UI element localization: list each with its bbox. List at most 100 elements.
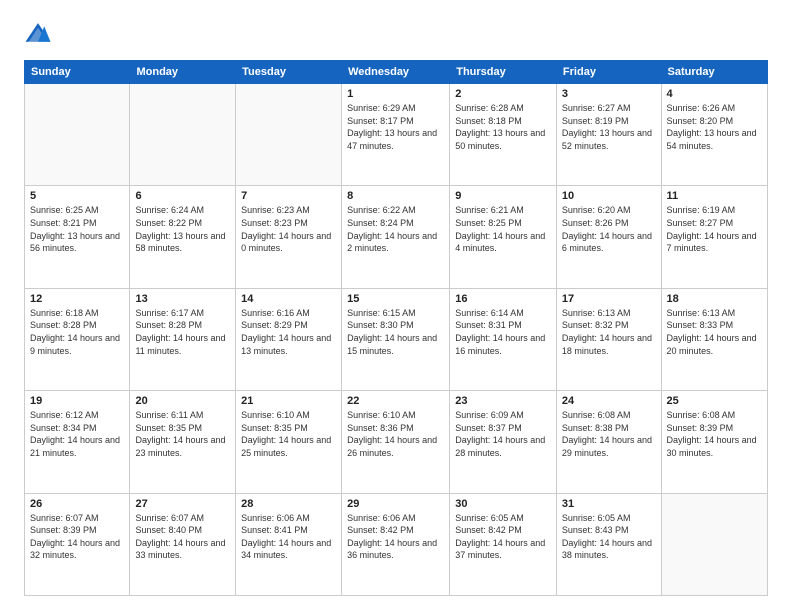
day-cell: 10Sunrise: 6:20 AM Sunset: 8:26 PM Dayli… <box>556 186 661 288</box>
day-number: 17 <box>562 293 656 305</box>
day-info: Sunrise: 6:29 AM Sunset: 8:17 PM Dayligh… <box>347 102 444 152</box>
weekday-header-wednesday: Wednesday <box>342 61 450 84</box>
day-info: Sunrise: 6:15 AM Sunset: 8:30 PM Dayligh… <box>347 307 444 357</box>
day-number: 16 <box>455 293 551 305</box>
day-cell: 22 Sunrise: 6:10 AM Sunset: 8:36 PM Dayli… <box>342 391 450 493</box>
day-number: 1 <box>347 88 444 100</box>
day-info: Sunrise: 6:25 AM Sunset: 8:21 PM Dayligh… <box>30 204 124 254</box>
day-cell: 27 Sunrise: 6:07 AM Sunset: 8:40 PM Dayli… <box>130 493 236 595</box>
day-cell: 28 Sunrise: 6:06 AM Sunset: 8:41 PM Dayli… <box>236 493 342 595</box>
day-info: Sunrise: 6:24 AM Sunset: 8:22 PM Dayligh… <box>135 204 230 254</box>
day-info: Sunrise: 6:14 AM Sunset: 8:31 PM Dayligh… <box>455 307 551 357</box>
weekday-header-tuesday: Tuesday <box>236 61 342 84</box>
day-number: 3 <box>562 88 656 100</box>
day-cell: 11 Sunrise: 6:19 AM Sunset: 8:27 PM Dayli… <box>661 186 767 288</box>
day-info: Sunrise: 6:28 AM Sunset: 8:18 PM Dayligh… <box>455 102 551 152</box>
day-info: Sunrise: 6:20 AM Sunset: 8:26 PM Dayligh… <box>562 204 656 254</box>
day-cell: 21 Sunrise: 6:10 AM Sunset: 8:35 PM Dayli… <box>236 391 342 493</box>
day-info: Sunrise: 6:08 AM Sunset: 8:38 PM Dayligh… <box>562 409 656 459</box>
day-info: Sunrise: 6:05 AM Sunset: 8:43 PM Dayligh… <box>562 512 656 562</box>
weekday-header-saturday: Saturday <box>661 61 767 84</box>
day-number: 28 <box>241 498 336 510</box>
day-number: 25 <box>667 395 762 407</box>
day-number: 11 <box>667 190 762 202</box>
day-cell: 25 Sunrise: 6:08 AM Sunset: 8:39 PM Dayli… <box>661 391 767 493</box>
week-row-2: 5 Sunrise: 6:25 AM Sunset: 8:21 PM Daylig… <box>25 186 768 288</box>
day-cell: 3 Sunrise: 6:27 AM Sunset: 8:19 PM Daylig… <box>556 84 661 186</box>
day-cell <box>661 493 767 595</box>
day-info: Sunrise: 6:07 AM Sunset: 8:39 PM Dayligh… <box>30 512 124 562</box>
day-number: 8 <box>347 190 444 202</box>
day-info: Sunrise: 6:06 AM Sunset: 8:41 PM Dayligh… <box>241 512 336 562</box>
day-cell: 30Sunrise: 6:05 AM Sunset: 8:42 PM Dayli… <box>450 493 557 595</box>
day-info: Sunrise: 6:16 AM Sunset: 8:29 PM Dayligh… <box>241 307 336 357</box>
weekday-header-row: SundayMondayTuesdayWednesdayThursdayFrid… <box>25 61 768 84</box>
day-cell: 16 Sunrise: 6:14 AM Sunset: 8:31 PM Dayli… <box>450 288 557 390</box>
day-number: 6 <box>135 190 230 202</box>
day-number: 5 <box>30 190 124 202</box>
weekday-header-monday: Monday <box>130 61 236 84</box>
day-info: Sunrise: 6:23 AM Sunset: 8:23 PM Dayligh… <box>241 204 336 254</box>
day-info: Sunrise: 6:27 AM Sunset: 8:19 PM Dayligh… <box>562 102 656 152</box>
header <box>24 20 768 48</box>
day-info: Sunrise: 6:10 AM Sunset: 8:35 PM Dayligh… <box>241 409 336 459</box>
day-cell: 23Sunrise: 6:09 AM Sunset: 8:37 PM Dayli… <box>450 391 557 493</box>
day-number: 22 <box>347 395 444 407</box>
weekday-header-sunday: Sunday <box>25 61 130 84</box>
day-cell: 14 Sunrise: 6:16 AM Sunset: 8:29 PM Dayli… <box>236 288 342 390</box>
day-info: Sunrise: 6:11 AM Sunset: 8:35 PM Dayligh… <box>135 409 230 459</box>
day-number: 13 <box>135 293 230 305</box>
week-row-1: 1 Sunrise: 6:29 AM Sunset: 8:17 PM Daylig… <box>25 84 768 186</box>
day-number: 27 <box>135 498 230 510</box>
day-info: Sunrise: 6:10 AM Sunset: 8:36 PM Dayligh… <box>347 409 444 459</box>
day-number: 18 <box>667 293 762 305</box>
day-number: 26 <box>30 498 124 510</box>
day-cell: 1 Sunrise: 6:29 AM Sunset: 8:17 PM Daylig… <box>342 84 450 186</box>
day-number: 20 <box>135 395 230 407</box>
day-number: 14 <box>241 293 336 305</box>
weekday-header-friday: Friday <box>556 61 661 84</box>
day-info: Sunrise: 6:06 AM Sunset: 8:42 PM Dayligh… <box>347 512 444 562</box>
week-row-3: 12 Sunrise: 6:18 AM Sunset: 8:28 PM Dayli… <box>25 288 768 390</box>
day-cell: 20 Sunrise: 6:11 AM Sunset: 8:35 PM Dayli… <box>130 391 236 493</box>
day-number: 2 <box>455 88 551 100</box>
logo <box>24 20 56 48</box>
day-cell: 17Sunrise: 6:13 AM Sunset: 8:32 PM Dayli… <box>556 288 661 390</box>
day-number: 12 <box>30 293 124 305</box>
day-cell: 15 Sunrise: 6:15 AM Sunset: 8:30 PM Dayli… <box>342 288 450 390</box>
day-info: Sunrise: 6:07 AM Sunset: 8:40 PM Dayligh… <box>135 512 230 562</box>
day-number: 31 <box>562 498 656 510</box>
day-number: 15 <box>347 293 444 305</box>
day-info: Sunrise: 6:18 AM Sunset: 8:28 PM Dayligh… <box>30 307 124 357</box>
day-number: 21 <box>241 395 336 407</box>
day-number: 7 <box>241 190 336 202</box>
day-number: 24 <box>562 395 656 407</box>
logo-icon <box>24 20 52 48</box>
day-cell <box>130 84 236 186</box>
day-cell <box>236 84 342 186</box>
day-number: 23 <box>455 395 551 407</box>
day-cell: 24 Sunrise: 6:08 AM Sunset: 8:38 PM Dayli… <box>556 391 661 493</box>
day-cell: 2 Sunrise: 6:28 AM Sunset: 8:18 PM Daylig… <box>450 84 557 186</box>
day-number: 19 <box>30 395 124 407</box>
day-info: Sunrise: 6:19 AM Sunset: 8:27 PM Dayligh… <box>667 204 762 254</box>
day-cell: 19Sunrise: 6:12 AM Sunset: 8:34 PM Dayli… <box>25 391 130 493</box>
day-cell: 7 Sunrise: 6:23 AM Sunset: 8:23 PM Daylig… <box>236 186 342 288</box>
page: SundayMondayTuesdayWednesdayThursdayFrid… <box>0 0 792 612</box>
weekday-header-thursday: Thursday <box>450 61 557 84</box>
day-cell: 9 Sunrise: 6:21 AM Sunset: 8:25 PM Daylig… <box>450 186 557 288</box>
day-info: Sunrise: 6:08 AM Sunset: 8:39 PM Dayligh… <box>667 409 762 459</box>
day-cell: 13 Sunrise: 6:17 AM Sunset: 8:28 PM Dayli… <box>130 288 236 390</box>
day-cell: 8 Sunrise: 6:22 AM Sunset: 8:24 PM Daylig… <box>342 186 450 288</box>
day-info: Sunrise: 6:26 AM Sunset: 8:20 PM Dayligh… <box>667 102 762 152</box>
day-info: Sunrise: 6:13 AM Sunset: 8:33 PM Dayligh… <box>667 307 762 357</box>
day-cell: 31 Sunrise: 6:05 AM Sunset: 8:43 PM Dayli… <box>556 493 661 595</box>
week-row-5: 26 Sunrise: 6:07 AM Sunset: 8:39 PM Dayli… <box>25 493 768 595</box>
day-cell: 26 Sunrise: 6:07 AM Sunset: 8:39 PM Dayli… <box>25 493 130 595</box>
day-number: 9 <box>455 190 551 202</box>
day-info: Sunrise: 6:21 AM Sunset: 8:25 PM Dayligh… <box>455 204 551 254</box>
day-number: 29 <box>347 498 444 510</box>
day-info: Sunrise: 6:05 AM Sunset: 8:42 PM Dayligh… <box>455 512 551 562</box>
day-info: Sunrise: 6:22 AM Sunset: 8:24 PM Dayligh… <box>347 204 444 254</box>
day-info: Sunrise: 6:17 AM Sunset: 8:28 PM Dayligh… <box>135 307 230 357</box>
